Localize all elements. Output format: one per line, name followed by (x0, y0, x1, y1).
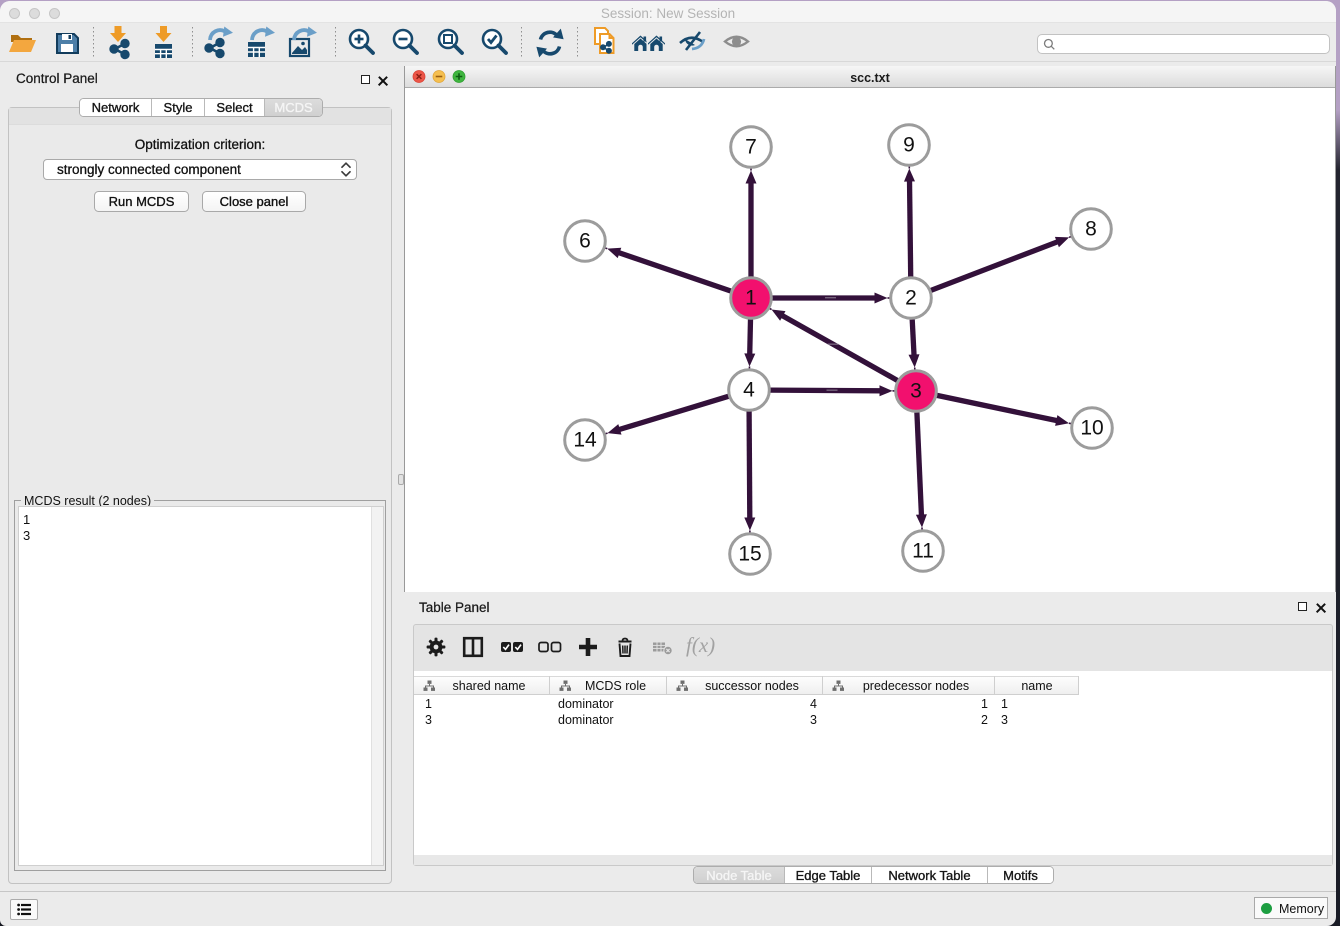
svg-text:9: 9 (903, 134, 915, 157)
svg-text:10: 10 (1080, 417, 1103, 440)
svg-text:11: 11 (912, 540, 934, 563)
svg-text:6: 6 (579, 230, 591, 253)
svg-text:2: 2 (905, 287, 917, 310)
svg-text:14: 14 (573, 429, 597, 452)
svg-text:15: 15 (738, 543, 761, 566)
svg-text:7: 7 (745, 136, 757, 159)
svg-text:1: 1 (745, 287, 757, 310)
svg-text:3: 3 (910, 380, 922, 403)
svg-text:8: 8 (1085, 218, 1097, 241)
svg-text:4: 4 (743, 379, 755, 402)
